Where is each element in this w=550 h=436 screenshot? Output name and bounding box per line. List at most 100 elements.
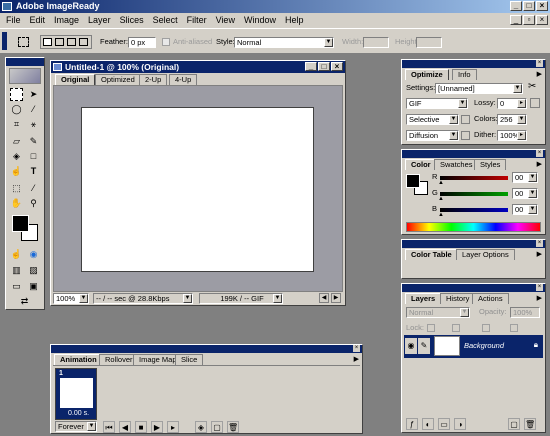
file-size-field[interactable]: 199K / -- GIF ▼	[199, 293, 283, 304]
tab-styles[interactable]: Styles	[474, 159, 507, 170]
lock-all-icon[interactable]	[510, 324, 518, 332]
first-frame-icon[interactable]: ⏮︎	[103, 421, 115, 433]
rectangle-tool-icon[interactable]: □	[27, 150, 40, 163]
move-tool-icon[interactable]: ➤	[27, 88, 40, 101]
tab-actions[interactable]: Actions	[472, 293, 509, 304]
r-slider-handle[interactable]: ▲	[438, 180, 444, 186]
menu-view[interactable]: View	[216, 15, 235, 25]
colors-input[interactable]: 256 ▼	[497, 114, 527, 125]
tween-icon[interactable]: ◈	[195, 421, 207, 433]
tab-info[interactable]: Info	[452, 69, 477, 80]
menu-select[interactable]: Select	[153, 15, 178, 25]
settings-select[interactable]: [Unnamed] ▼	[435, 83, 523, 94]
crop-tool-icon[interactable]: ⌗	[10, 118, 23, 131]
status-scroll-left-icon[interactable]: ◀	[319, 293, 329, 303]
panel-menu-icon[interactable]: ▶	[354, 355, 359, 363]
tab-color[interactable]: Color	[405, 159, 437, 170]
width-input[interactable]	[363, 37, 389, 48]
lossy-mask-icon[interactable]	[530, 98, 540, 108]
rect-marquee-tool-icon[interactable]	[10, 88, 23, 101]
doc-restore-button[interactable]: ▫	[523, 15, 535, 25]
image-canvas[interactable]	[81, 107, 314, 272]
zoom-tool-icon[interactable]: ⚲	[27, 197, 40, 210]
menu-file[interactable]: File	[6, 15, 21, 25]
doc-window-minimize[interactable]: _	[305, 62, 317, 71]
blend-mode-select[interactable]: Normal ▼	[406, 307, 470, 318]
antialiased-checkbox[interactable]	[162, 38, 170, 46]
tab-color-table[interactable]: Color Table	[405, 249, 458, 260]
doc-window-maximize[interactable]: □	[318, 62, 330, 71]
layer-style-icon[interactable]: ƒ	[406, 418, 418, 430]
layer-set-icon[interactable]: ▭	[438, 418, 450, 430]
dither-mask-icon[interactable]	[461, 131, 470, 140]
add-selection-icon[interactable]	[55, 38, 64, 46]
brush-tool-icon[interactable]: ✎	[27, 135, 40, 148]
maximize-button[interactable]: □	[523, 1, 535, 11]
doc-minimize-button[interactable]: _	[510, 15, 522, 25]
b-slider[interactable]	[440, 208, 508, 212]
intersect-selection-icon[interactable]	[79, 38, 88, 46]
delete-frame-icon[interactable]: 🗑︎	[227, 421, 239, 433]
visibility-eye-icon[interactable]: ◉	[405, 338, 417, 354]
marquee-tool-icon[interactable]	[18, 37, 29, 47]
opacity-input[interactable]: 100%	[510, 307, 540, 318]
prev-frame-icon[interactable]: ◀	[119, 421, 131, 433]
image-map-tool-icon[interactable]: ⬚	[10, 182, 23, 195]
color-spectrum-bar[interactable]	[406, 222, 541, 232]
format-select[interactable]: GIF ▼	[406, 98, 468, 109]
frame-delay[interactable]: 0.00 s.	[68, 410, 89, 417]
doc-window-close[interactable]: ×	[331, 62, 343, 71]
tab-optimized[interactable]: Optimized	[95, 74, 141, 85]
lock-position-icon[interactable]	[482, 324, 490, 332]
new-layer-icon[interactable]: ▢	[508, 418, 520, 430]
menu-image[interactable]: Image	[54, 15, 79, 25]
subtract-selection-icon[interactable]	[67, 38, 76, 46]
close-icon[interactable]: ×	[353, 345, 360, 352]
tab-2-up[interactable]: 2-Up	[139, 74, 168, 85]
minimize-button[interactable]: _	[510, 1, 522, 11]
close-icon[interactable]: ×	[536, 284, 543, 291]
full-screen-icon[interactable]: ▣	[27, 280, 40, 293]
zoom-select[interactable]: 100% ▼	[53, 293, 89, 304]
stop-icon[interactable]: ■	[135, 421, 147, 433]
loop-select[interactable]: Forever ▼	[55, 421, 97, 432]
next-frame-icon[interactable]: ▸	[167, 421, 179, 433]
tab-layer-options[interactable]: Layer Options	[456, 249, 515, 260]
status-scroll-right-icon[interactable]: ▶	[331, 293, 341, 303]
new-frame-icon[interactable]: ▢	[211, 421, 223, 433]
feather-input[interactable]: 0 px	[128, 37, 156, 48]
r-slider[interactable]	[440, 176, 508, 180]
toggle-slices-icon[interactable]: ▥	[10, 264, 23, 277]
lock-pixels-icon[interactable]	[452, 324, 460, 332]
type-tool-icon[interactable]: T	[27, 165, 40, 178]
style-select[interactable]: Normal ▼	[234, 37, 334, 48]
preview-browser-icon[interactable]: ◉	[27, 248, 40, 261]
doc-close-button[interactable]: ×	[536, 15, 548, 25]
jump-to-photoshop-icon[interactable]: ⇄	[18, 295, 31, 308]
panel-menu-icon[interactable]: ▶	[537, 160, 542, 168]
slice-tool-icon[interactable]: ⚹	[27, 118, 40, 131]
layer-row-background[interactable]: ◉ ✎ Background 🔒︎	[404, 335, 543, 358]
b-slider-handle[interactable]: ▲	[438, 212, 444, 218]
menu-help[interactable]: Help	[285, 15, 304, 25]
b-input[interactable]: 00 ▼	[512, 204, 538, 215]
lossy-input[interactable]: 0 ▸	[497, 98, 527, 109]
g-input[interactable]: 00 ▼	[512, 188, 538, 199]
palette-select[interactable]: Selective ▼	[406, 114, 459, 125]
menu-layer[interactable]: Layer	[88, 15, 111, 25]
palette-mask-icon[interactable]	[461, 115, 470, 124]
animation-frame[interactable]: 1 0.00 s.	[55, 368, 97, 420]
menu-window[interactable]: Window	[244, 15, 276, 25]
eraser-tool-icon[interactable]: ▱	[10, 135, 23, 148]
tab-layers[interactable]: Layers	[405, 293, 442, 304]
screen-mode-icon[interactable]: ▭	[10, 280, 23, 293]
r-input[interactable]: 00 ▼	[512, 172, 538, 183]
tab-original[interactable]: Original	[55, 74, 96, 85]
g-slider[interactable]	[440, 192, 508, 196]
panel-menu-icon[interactable]: ▶	[537, 250, 542, 258]
dither-type-select[interactable]: Diffusion ▼	[406, 130, 459, 141]
g-slider-handle[interactable]: ▲	[438, 196, 444, 202]
lock-transparency-icon[interactable]	[427, 324, 435, 332]
download-time-field[interactable]: -- / -- sec @ 28.8Kbps ▼	[93, 293, 193, 304]
close-icon[interactable]: ×	[536, 240, 543, 247]
